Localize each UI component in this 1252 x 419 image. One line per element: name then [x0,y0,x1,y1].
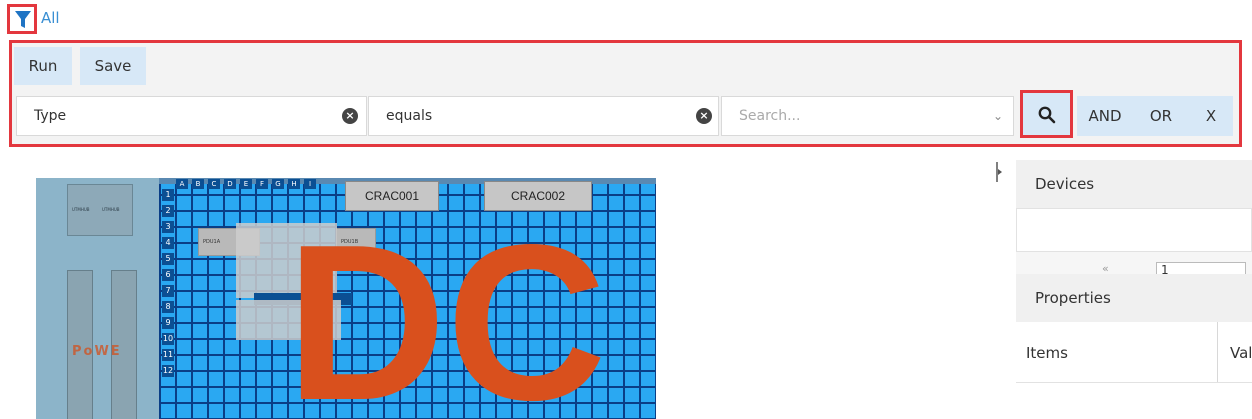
or-button[interactable]: OR [1133,96,1189,136]
clear-operator-icon[interactable]: × [696,108,712,124]
grid-row-number: 2 [162,205,174,217]
properties-table: Items Val [1016,322,1252,383]
clear-field-icon[interactable]: × [342,108,358,124]
grid-row-number: 5 [162,253,174,265]
search-input[interactable]: Search... ⌄ [721,96,1014,136]
field-select[interactable]: Type × [16,96,367,136]
datacenter-floorplan[interactable]: UTMHUB UTMHUB PoWE 1 2 3 4 5 6 7 8 9 10 11 12 ABCDE… [36,178,656,419]
power-label: PoWE [72,344,122,359]
grid-column-letter: H [288,179,300,189]
grid-column-letter: B [192,179,204,189]
and-button[interactable]: AND [1077,96,1133,136]
value-column-header: Val [1230,344,1252,362]
devices-list[interactable] [1016,208,1252,252]
grid-row-number: 7 [162,285,174,297]
grid-row-number: 8 [162,301,174,313]
grid-row-number: 6 [162,269,174,281]
grid-column-letter: G [272,179,284,189]
devices-panel-header[interactable]: Devices [1016,160,1252,208]
grid-row-number: 11 [162,349,174,361]
grid-row-number: 10 [162,333,174,345]
ups-label-2: UTMHUB [102,207,120,212]
operator-select-value: equals [386,108,433,124]
grid-row-number: 1 [162,189,174,201]
grid-column-letter: F [256,179,268,189]
grid-column-letter: D [224,179,236,189]
save-button[interactable]: Save [80,47,146,85]
run-button[interactable]: Run [14,47,72,85]
grid-row-number: 3 [162,221,174,233]
filter-all-link[interactable]: All [41,9,60,27]
ups-unit[interactable]: UTMHUB UTMHUB [67,184,133,236]
properties-panel-header[interactable]: Properties [1016,274,1252,322]
grid-column-letter: I [304,179,316,189]
pdu-label-1: PDU1A [203,239,221,245]
grid-column-letter: E [240,179,252,189]
search-icon [1038,106,1056,124]
remove-button[interactable]: X [1189,96,1233,136]
search-button[interactable] [1020,90,1073,138]
collapse-panel-icon[interactable] [996,162,1002,182]
grid-row-number: 12 [162,365,174,377]
column-divider [1217,322,1218,382]
grid-column-letter: C [208,179,220,189]
search-placeholder: Search... [739,108,801,124]
grid-row-number: 9 [162,317,174,329]
ups-label-1: UTMHUB [72,207,90,212]
devices-pager: « 1 [1016,252,1252,274]
grid-row-number: 4 [162,237,174,249]
filter-icon-button[interactable] [7,4,37,34]
filter-icon [15,11,31,28]
field-select-value: Type [34,108,67,124]
operator-select[interactable]: equals × [368,96,719,136]
pager-prev-icon[interactable]: « [1102,262,1109,274]
pager-page-input[interactable]: 1 [1156,262,1246,274]
dc-logo: DC [286,199,607,419]
grid-column-letter: A [176,179,188,189]
chevron-down-icon[interactable]: ⌄ [993,109,1003,123]
items-column-header: Items [1026,344,1068,362]
